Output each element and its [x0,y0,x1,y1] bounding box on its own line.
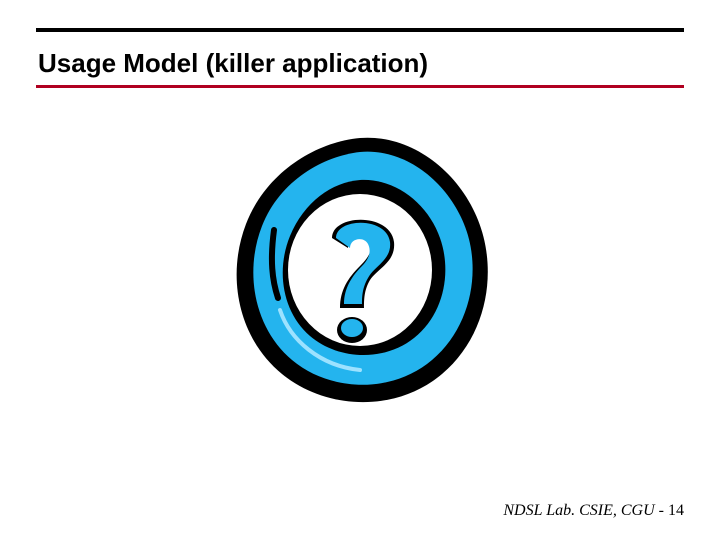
footer-text: NDSL Lab. CSIE, CGU [503,502,658,519]
title-area: Usage Model (killer application) [36,48,684,88]
slide-footer: NDSL Lab. CSIE, CGU - 14 [503,502,684,520]
page-number: 14 [668,502,684,519]
top-divider [36,28,684,32]
slide-title: Usage Model (killer application) [36,48,684,85]
title-underline [36,85,684,88]
slide: Usage Model (killer application) N [0,0,720,540]
footer-separator: - [659,502,668,519]
question-mark-circle-icon [220,130,500,410]
